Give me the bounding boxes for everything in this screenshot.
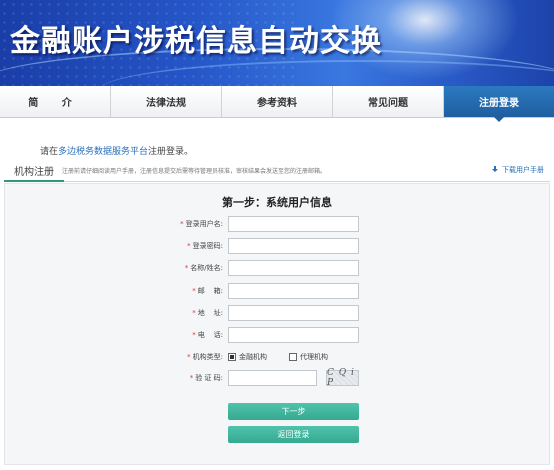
- required-mark: *: [187, 353, 191, 361]
- notice-text: 请在多边税务数据服务平台注册登录。: [40, 144, 193, 157]
- org-type-financial-label: 金融机构: [239, 353, 267, 361]
- download-icon: [491, 166, 499, 174]
- org-type-agent-label: 代理机构: [300, 353, 328, 361]
- form-row-password: * 登录密码:: [0, 238, 554, 254]
- platform-link[interactable]: 多边税务数据服务平台: [58, 147, 148, 157]
- site-title: 金融账户涉税信息自动交换: [10, 24, 382, 59]
- back-to-login-button[interactable]: 返回登录: [228, 426, 359, 443]
- required-mark: *: [192, 309, 196, 317]
- download-label: 下载用户手册: [502, 166, 544, 174]
- field-label: * 电 话:: [192, 330, 223, 340]
- checkbox-checked-icon[interactable]: [228, 353, 236, 361]
- captcha-image[interactable]: C Q i P: [326, 368, 359, 388]
- email-input[interactable]: [228, 283, 359, 299]
- nav-item-intro[interactable]: 简 介: [0, 86, 111, 117]
- label-username: 登录用户名:: [185, 220, 223, 228]
- required-mark: *: [180, 220, 184, 228]
- field-label: * 地 址:: [192, 308, 223, 318]
- notice-suffix: 注册登录。: [148, 147, 194, 157]
- field-label: * 名称/姓名:: [185, 263, 223, 273]
- notice-prefix: 请在: [40, 147, 59, 157]
- checkbox-empty-icon[interactable]: [289, 353, 297, 361]
- org-type-radio-group: 金融机构 代理机构: [228, 352, 328, 362]
- org-type-agent[interactable]: 代理机构: [289, 352, 328, 362]
- header-banner: 金融账户涉税信息自动交换: [0, 0, 554, 86]
- register-hint: 注册前请仔细阅读用户手册，注册信息提交后需等待管理员核准，审核结果会发送至您的注…: [62, 168, 327, 175]
- field-label: * 登录密码:: [187, 241, 223, 251]
- download-manual-link[interactable]: 下载用户手册: [491, 165, 544, 175]
- nav-item-faq[interactable]: 常见问题: [333, 86, 444, 117]
- main-nav: 简 介 法律法规 参考资料 常见问题 注册登录: [0, 86, 554, 122]
- label-password: 登录密码:: [192, 242, 223, 250]
- nav-item-register-login[interactable]: 注册登录: [444, 86, 554, 122]
- tab-row: 机构注册 注册前请仔细阅读用户手册，注册信息提交后需等待管理员核准，审核结果会发…: [4, 160, 550, 182]
- next-step-button[interactable]: 下一步: [228, 403, 359, 420]
- form-row-phone: * 电 话:: [0, 327, 554, 343]
- password-input[interactable]: [228, 238, 359, 254]
- address-input[interactable]: [228, 305, 359, 321]
- label-phone: 电 话:: [197, 331, 223, 339]
- username-input[interactable]: [228, 216, 359, 232]
- field-label: * 机构类型:: [187, 352, 223, 362]
- form-row-username: * 登录用户名:: [0, 216, 554, 232]
- required-mark: *: [187, 242, 191, 250]
- label-email: 邮 箱:: [197, 287, 223, 295]
- step-title: 第一步：系统用户信息: [222, 196, 332, 209]
- required-mark: *: [184, 264, 189, 272]
- label-org-type: 机构类型:: [192, 353, 223, 361]
- label-captcha: 验 证 码:: [195, 374, 223, 382]
- required-mark: *: [192, 331, 196, 339]
- phone-input[interactable]: [228, 327, 359, 343]
- required-mark: *: [192, 287, 196, 295]
- label-name: 名称/姓名:: [190, 264, 223, 272]
- field-label: * 验 证 码:: [190, 373, 223, 383]
- name-input[interactable]: [228, 260, 359, 276]
- form-row-email: * 邮 箱:: [0, 283, 554, 299]
- required-mark: *: [189, 374, 194, 382]
- tab-org-register[interactable]: 机构注册: [4, 160, 64, 182]
- org-type-financial[interactable]: 金融机构: [228, 352, 267, 362]
- nav-item-references[interactable]: 参考资料: [222, 86, 333, 117]
- field-label: * 邮 箱:: [192, 286, 223, 296]
- form-row-captcha: * 验 证 码: C Q i P: [0, 368, 554, 388]
- form-row-address: * 地 址:: [0, 305, 554, 321]
- field-label: * 登录用户名:: [180, 219, 223, 229]
- nav-item-laws[interactable]: 法律法规: [111, 86, 222, 117]
- form-row-org-type: * 机构类型: 金融机构 代理机构: [0, 349, 554, 365]
- form-row-name: * 名称/姓名:: [0, 260, 554, 276]
- captcha-input[interactable]: [228, 370, 317, 386]
- label-address: 地 址:: [197, 309, 223, 317]
